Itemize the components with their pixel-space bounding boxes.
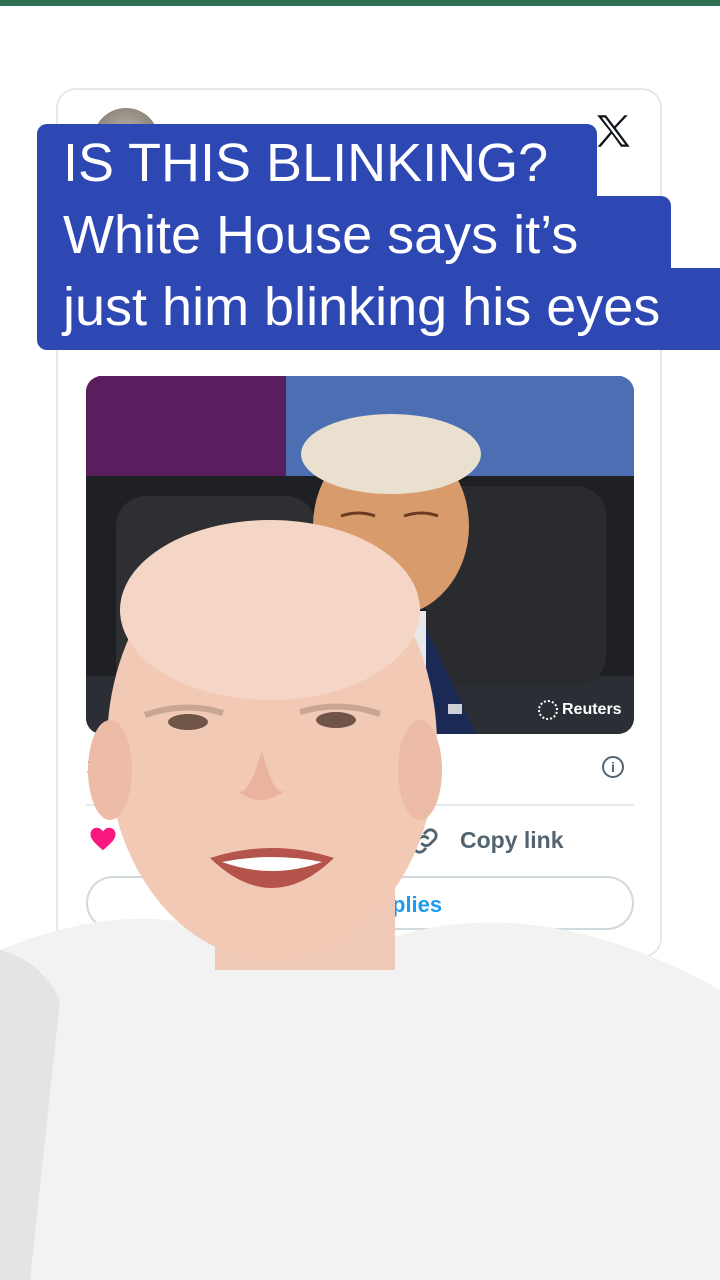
info-icon[interactable]: i — [602, 756, 624, 778]
video-caption: IS THIS BLINKING? White House says it’s … — [0, 0, 720, 360]
caption-line-3: just him blinking his eyes — [37, 268, 720, 350]
caption-line-1: IS THIS BLINKING? — [37, 124, 597, 200]
link-icon[interactable] — [408, 824, 442, 858]
tweet-action-row: Copy link — [86, 820, 634, 860]
divider — [86, 804, 634, 806]
heart-icon[interactable] — [88, 824, 118, 854]
replies-label: plies — [392, 892, 443, 917]
caption-line-2: White House says it’s — [37, 196, 671, 272]
read-replies-button[interactable]: plies — [86, 876, 634, 930]
reuters-logo-icon — [538, 700, 558, 720]
tweet-photo[interactable] — [86, 376, 634, 734]
tweet-meta-row: 1 i — [86, 752, 634, 786]
tweet-timestamp[interactable]: 1 — [86, 756, 97, 779]
copy-link-button[interactable]: Copy link — [460, 827, 564, 854]
photo-credit-label: Reuters — [562, 701, 622, 718]
reuters-credit: Reuters — [538, 700, 622, 720]
